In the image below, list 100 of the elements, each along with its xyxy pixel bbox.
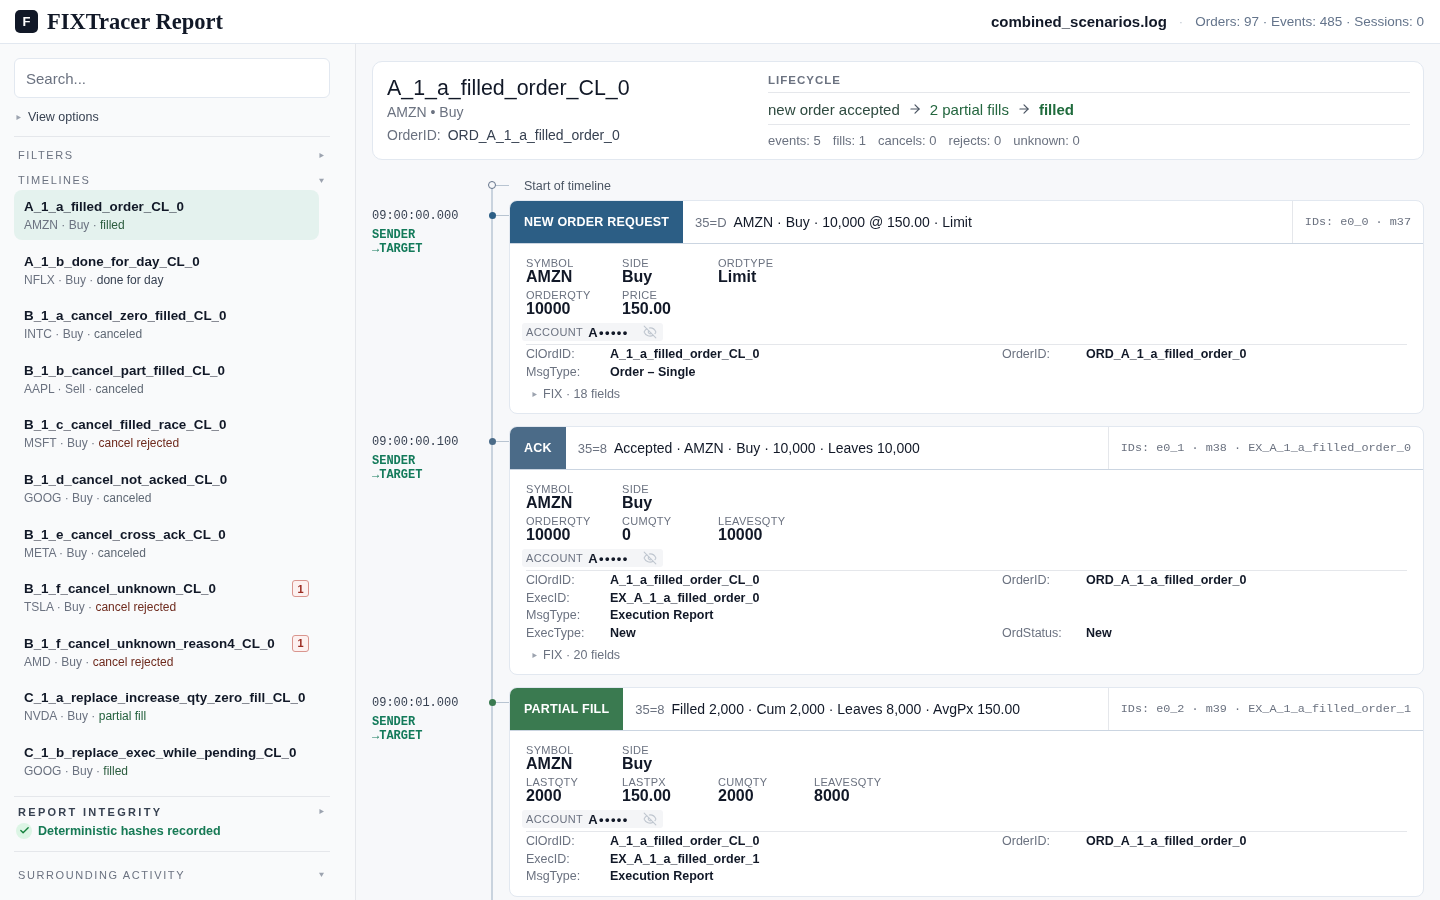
detail-label: OrdStatus: xyxy=(1002,624,1063,642)
event-ids: IDs: e0_1 · m38 · EX_A_1_a_filled_order_0 xyxy=(1107,427,1423,469)
timeline-start-icon xyxy=(488,181,496,189)
field-value: 10000 xyxy=(526,527,571,543)
timeline-meta: AMD · Buy · cancel rejected xyxy=(24,654,175,669)
timeline-meta: META · Buy · canceled xyxy=(24,545,147,560)
alert-count-badge: 1 xyxy=(292,580,309,598)
view-options-toggle[interactable]: View options xyxy=(14,109,99,125)
timeline-list-item[interactable]: B_1_f_cancel_unknown_CL_0 1 TSLA · Buy · cancel rejected xyxy=(14,572,319,623)
section-header[interactable]: SURROUNDING ACTIVITY xyxy=(14,866,330,883)
field-label: SYMBOL xyxy=(526,257,574,269)
field-label: SIDE xyxy=(622,744,649,756)
lifecycle-stat: fills: 1 xyxy=(832,133,866,149)
detail-label: ClOrdID: xyxy=(526,346,576,363)
event-ids: IDs: e0_0 · m37 xyxy=(1291,201,1423,243)
timeline-name: B_1_c_cancel_filled_race_CL_0 xyxy=(24,416,228,434)
timeline-name: B_1_a_cancel_zero_filled_CL_0 xyxy=(24,307,228,325)
field-value: Limit xyxy=(718,269,757,285)
detail-label: MsgType: xyxy=(526,363,582,381)
field-value: 2000 xyxy=(526,788,562,804)
detail-label: ClOrdID: xyxy=(526,833,576,850)
detail-value: ORD_A_1_a_filled_order_0 xyxy=(1086,833,1248,850)
eye-off-icon[interactable] xyxy=(642,325,657,339)
header-stats: Orders: 97 · Events: 485 · Sessions: 0 xyxy=(1195,14,1424,29)
detail-label: ExecID: xyxy=(526,589,571,607)
field-value: Buy xyxy=(622,495,653,511)
timeline-list-item[interactable]: B_1_c_cancel_filled_race_CL_0 MSFT · Buy · cancel rejected xyxy=(14,408,319,459)
event-time: 09:00:01.000 xyxy=(372,696,459,710)
field-label: LEAVESQTY xyxy=(814,776,882,788)
event-type-label: ACK xyxy=(510,427,566,469)
timeline-name: B_1_f_cancel_unknown_CL_0 xyxy=(24,580,217,598)
msg-type-code: 35=8 xyxy=(635,701,665,717)
field-value: AMZN xyxy=(526,495,573,511)
section-header[interactable]: REPORT INTEGRITY xyxy=(14,803,330,820)
detail-label: OrderID: xyxy=(1002,833,1051,850)
account-label: ACCOUNT xyxy=(526,552,584,564)
lifecycle-heading: LIFECYCLE xyxy=(768,74,1410,93)
field-value: 10000 xyxy=(526,301,571,317)
event-time: 09:00:00.100 xyxy=(372,435,459,449)
field-value: Buy xyxy=(622,269,653,285)
detail-value: New xyxy=(1086,624,1113,642)
search-field[interactable]: Search... xyxy=(14,58,330,98)
detail-value: Execution Report xyxy=(610,868,715,885)
account-value: A••••• xyxy=(588,550,629,566)
timeline-list-item[interactable]: B_1_d_cancel_not_acked_CL_0 GOOG · Buy · canceled xyxy=(14,462,319,513)
section-header[interactable]: FILTERS xyxy=(14,147,330,163)
arrow-right-icon xyxy=(907,102,922,116)
timeline-name: B_1_e_cancel_cross_ack_CL_0 xyxy=(24,525,227,543)
lifecycle-step: filled xyxy=(1038,100,1074,118)
lifecycle-step: 2 partial fills xyxy=(929,100,1009,118)
field-value: AMZN xyxy=(526,756,573,772)
target-label: →TARGET xyxy=(372,729,423,743)
field-label: ORDERQTY xyxy=(526,289,591,301)
field-value: 150.00 xyxy=(622,788,671,804)
timeline-list-item[interactable]: B_1_a_cancel_zero_filled_CL_0 INTC · Buy · canceled xyxy=(14,299,319,350)
check-icon xyxy=(16,822,32,839)
detail-value: EX_A_1_a_filled_order_1 xyxy=(610,850,761,868)
field-value: 150.00 xyxy=(622,301,671,317)
timeline-list-item[interactable]: A_1_a_filled_order_CL_0 AMZN · Buy · filled xyxy=(14,190,319,240)
eye-off-icon[interactable] xyxy=(642,812,657,826)
header-separator: · xyxy=(1178,14,1184,29)
detail-value: A_1_a_filled_order_CL_0 xyxy=(610,833,761,850)
integrity-status: Deterministic hashes recorded xyxy=(38,823,221,838)
target-label: →TARGET xyxy=(372,242,423,256)
account-label: ACCOUNT xyxy=(526,326,584,338)
eye-off-icon[interactable] xyxy=(642,551,657,565)
fix-fields-toggle[interactable]: FIX · 20 fields xyxy=(526,646,621,664)
timeline-list-item[interactable]: B_1_b_cancel_part_filled_CL_0 AAPL · Sell · canceled xyxy=(14,353,319,404)
order-id-label: OrderID: xyxy=(387,126,441,145)
section-header[interactable]: TIMELINES xyxy=(14,172,330,188)
field-label: LEAVESQTY xyxy=(718,515,786,527)
timeline-name: B_1_b_cancel_part_filled_CL_0 xyxy=(24,361,226,379)
field-value: 0 xyxy=(622,527,631,543)
detail-value: Execution Report xyxy=(610,607,715,624)
lifecycle-stat: cancels: 0 xyxy=(878,133,937,149)
lifecycle-stat: events: 5 xyxy=(768,133,821,149)
timeline-meta: TSLA · Buy · cancel rejected xyxy=(24,600,178,615)
timeline-list-item[interactable]: A_1_b_done_for_day_CL_0 NFLX · Buy · done for day xyxy=(14,244,319,295)
fix-fields-toggle[interactable]: FIX · 18 fields xyxy=(526,385,621,403)
timeline-meta: MSFT · Buy · cancel rejected xyxy=(24,436,181,451)
detail-value: ORD_A_1_a_filled_order_0 xyxy=(1086,346,1248,363)
timeline-list-item[interactable]: B_1_e_cancel_cross_ack_CL_0 META · Buy · canceled xyxy=(14,517,319,568)
target-label: →TARGET xyxy=(372,468,423,482)
field-label: SIDE xyxy=(622,483,649,495)
lifecycle-stat: rejects: 0 xyxy=(948,133,1002,149)
event-ids: IDs: e0_2 · m39 · EX_A_1_a_filled_order_1 xyxy=(1107,688,1423,730)
account-label: ACCOUNT xyxy=(526,813,584,825)
app-logo: F xyxy=(15,10,38,33)
timeline-start-label: Start of timeline xyxy=(523,178,612,194)
detail-label: ExecID: xyxy=(526,850,571,868)
log-file-name: combined_scenarios.log xyxy=(990,13,1167,30)
timeline-meta: AMZN · Buy · filled xyxy=(24,218,126,232)
timeline-list-item[interactable]: C_1_a_replace_increase_qty_zero_fill_CL_0 NVDA · Buy · partial fill xyxy=(14,681,319,732)
timeline-list-item[interactable]: B_1_f_cancel_unknown_reason4_CL_0 1 AMD · Buy · cancel rejected xyxy=(14,626,319,677)
detail-label: OrderID: xyxy=(1002,572,1051,589)
field-value: AMZN xyxy=(526,269,573,285)
lifecycle-step: new order accepted xyxy=(768,100,900,118)
timeline-list-item[interactable]: C_1_b_replace_exec_while_pending_CL_0 GOOG · Buy · filled xyxy=(14,735,319,786)
account-value: A••••• xyxy=(588,811,629,827)
event-summary: Filled 2,000 · Cum 2,000 · Leaves 8,000 · AvgPx 150.00 xyxy=(671,701,1020,717)
